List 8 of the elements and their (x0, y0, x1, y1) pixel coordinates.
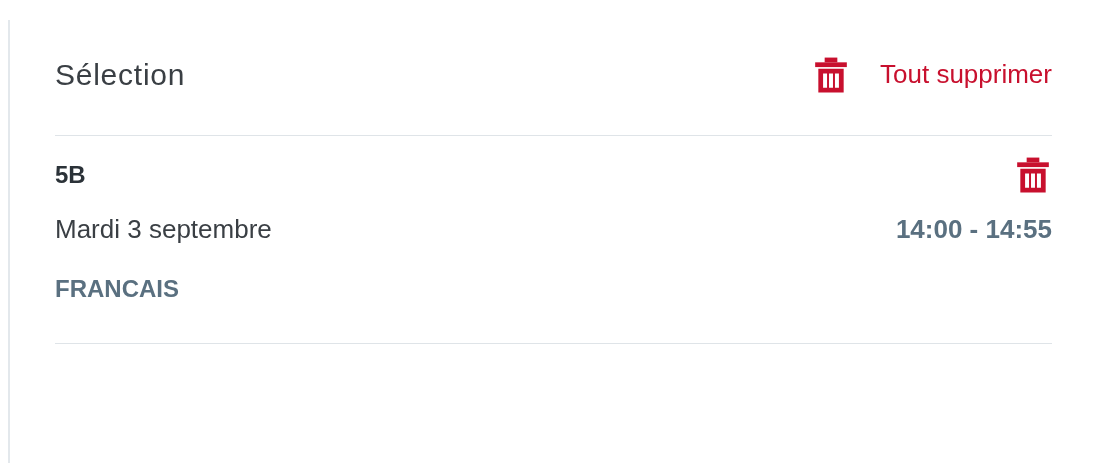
subject-label: FRANCAIS (55, 275, 179, 302)
trash-icon (1014, 156, 1052, 194)
class-name: 5B (55, 160, 86, 190)
date-text: Mardi 3 septembre (55, 213, 272, 246)
clear-all-button[interactable]: Tout supprimer (812, 55, 1052, 94)
delete-button[interactable] (1014, 156, 1052, 194)
time-range: 14:00 - 14:55 (895, 213, 1052, 246)
section-title: Sélection (55, 57, 186, 93)
